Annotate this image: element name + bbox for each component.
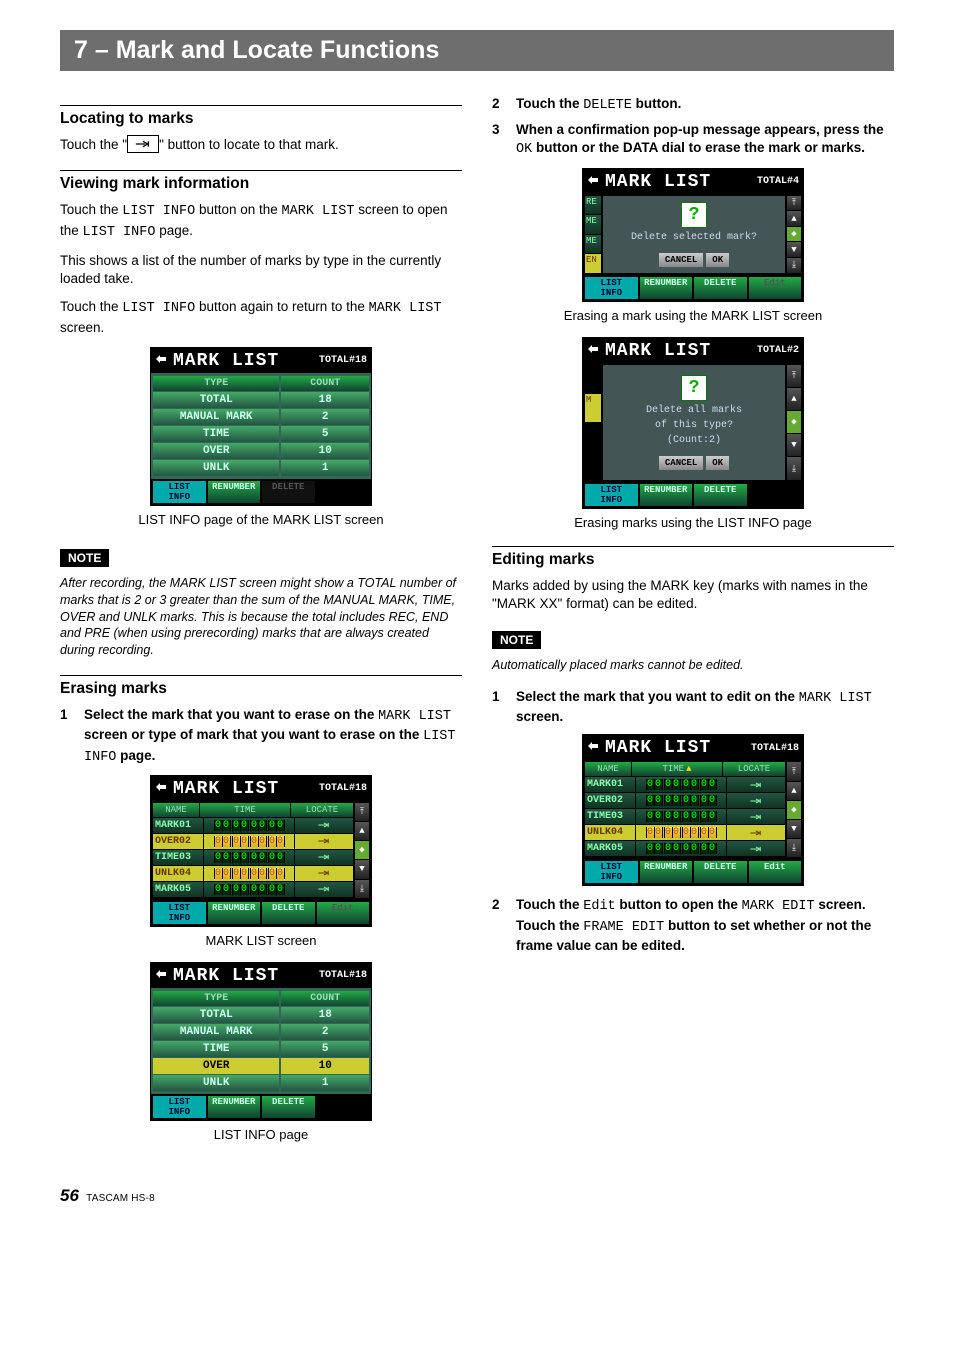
erase-step-3: 3 When a confirmation pop-up message app… xyxy=(492,121,894,159)
cancel-button[interactable]: CANCEL xyxy=(659,456,703,470)
heading-editing: Editing marks xyxy=(492,551,894,569)
caption-li-erase: LIST INFO page xyxy=(60,1127,462,1142)
page-footer: 56 TASCAM HS-8 xyxy=(60,1186,894,1206)
heading-locating: Locating to marks xyxy=(60,110,462,128)
note-label: NOTE xyxy=(60,549,109,567)
screenshot-delete-mark: MARK LIST TOTAL#4 RE ME ME EN ? Delete s… xyxy=(582,168,804,302)
note-label-2: NOTE xyxy=(492,631,541,649)
chapter-title: 7 – Mark and Locate Functions xyxy=(60,30,894,71)
note-text-2: Automatically placed marks cannot be edi… xyxy=(492,657,894,674)
right-column: 2 Touch the DELETE button. 3 When a conf… xyxy=(492,89,894,1156)
screenshot-listinfo-1: MARK LIST TOTAL#18 TYPECOUNT TOTAL18 MAN… xyxy=(150,347,372,506)
question-icon: ? xyxy=(681,202,707,228)
ok-button[interactable]: OK xyxy=(706,456,729,470)
heading-erasing: Erasing marks xyxy=(60,680,462,698)
caption-ml-erase: MARK LIST screen xyxy=(60,933,462,948)
caption-erase-li: Erasing marks using the LIST INFO page xyxy=(492,515,894,530)
heading-viewing: Viewing mark information xyxy=(60,175,462,193)
ok-button[interactable]: OK xyxy=(706,253,729,267)
erase-step-1: 1 Select the mark that you want to erase… xyxy=(60,706,462,767)
left-column: Locating to marks Touch the "" button to… xyxy=(60,89,462,1156)
erase-step-2: 2 Touch the DELETE button. xyxy=(492,95,894,115)
caption-erase-ml: Erasing a mark using the MARK LIST scree… xyxy=(492,308,894,323)
screenshot-marklist-edit: MARK LIST TOTAL#18 NAMETIME▲LOCATE MARK0… xyxy=(582,734,804,886)
edit-step-2: 2 Touch the Edit button to open the MARK… xyxy=(492,896,894,955)
question-icon: ? xyxy=(681,375,707,401)
para-view1: Touch the LIST INFO button on the MARK L… xyxy=(60,201,462,241)
para-edit1: Marks added by using the MARK key (marks… xyxy=(492,577,894,613)
para-view3: Touch the LIST INFO button again to retu… xyxy=(60,298,462,336)
caption-listinfo1: LIST INFO page of the MARK LIST screen xyxy=(60,512,462,527)
para-view2: This shows a list of the number of marks… xyxy=(60,252,462,288)
screenshot-marklist-erase: MARK LIST TOTAL#18 NAMETIMELOCATE MARK01… xyxy=(150,775,372,927)
para-locating: Touch the "" button to locate to that ma… xyxy=(60,136,462,154)
cancel-button[interactable]: CANCEL xyxy=(659,253,703,267)
edit-step-1: 1 Select the mark that you want to edit … xyxy=(492,688,894,726)
back-icon xyxy=(155,354,169,368)
screenshot-delete-type: MARK LIST TOTAL#2 . M . . ? Delete all m… xyxy=(582,337,804,509)
locate-icon xyxy=(127,135,159,153)
note-text-1: After recording, the MARK LIST screen mi… xyxy=(60,575,462,659)
screenshot-listinfo-2: MARK LIST TOTAL#18 TYPECOUNT TOTAL18 MAN… xyxy=(150,962,372,1121)
